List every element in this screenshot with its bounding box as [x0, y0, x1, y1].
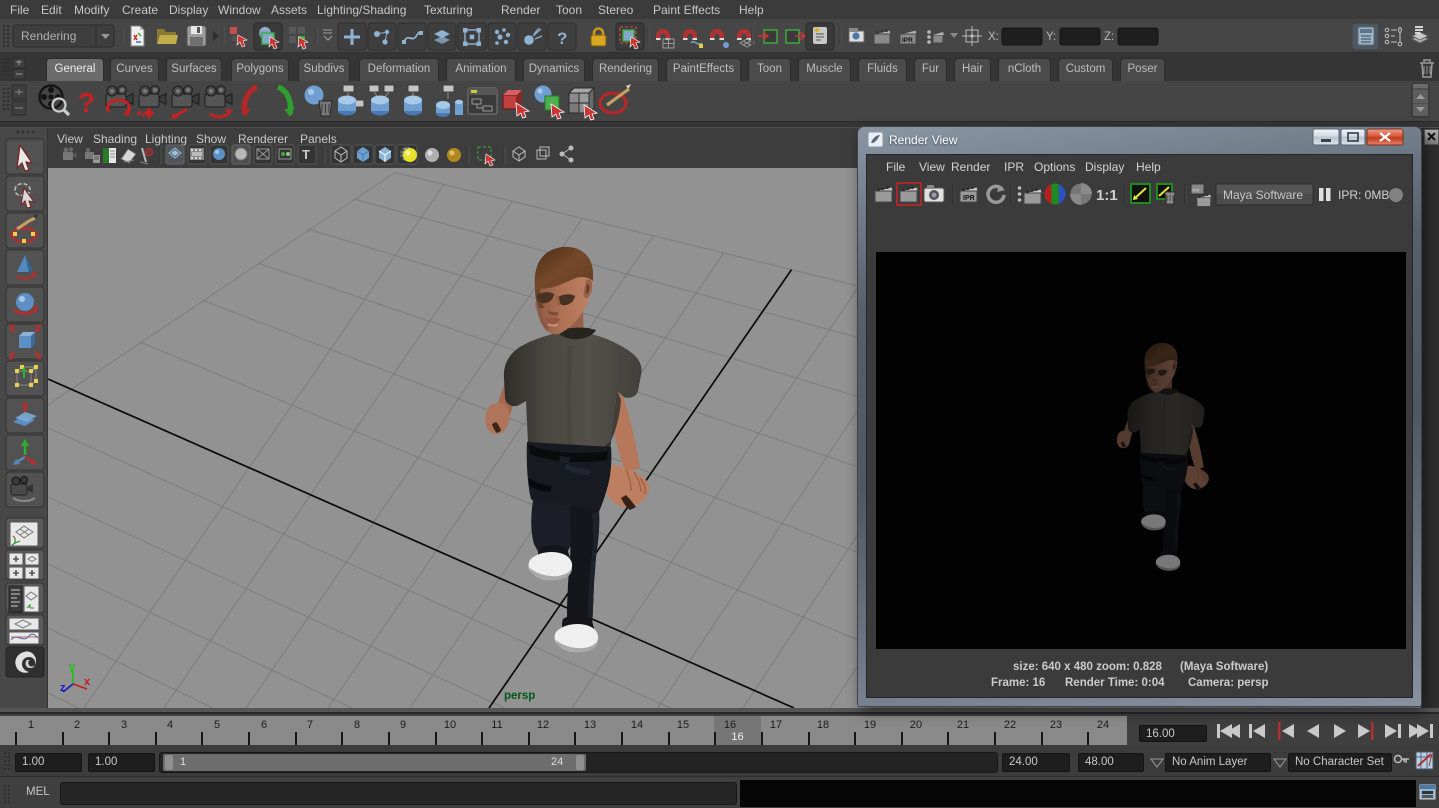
svg-text:IPR: 0MB: IPR: 0MB: [1338, 188, 1389, 202]
svg-text:X:: X:: [988, 31, 999, 43]
svg-text:?: ?: [557, 29, 567, 48]
svg-text:?: ?: [78, 87, 95, 118]
svg-text:T: T: [302, 147, 310, 162]
svg-text:Y:: Y:: [1046, 31, 1056, 43]
svg-text:y: y: [69, 661, 76, 673]
svg-text:z: z: [60, 682, 66, 694]
svg-text:persp: persp: [504, 690, 535, 702]
svg-text:1:1: 1:1: [1096, 187, 1118, 204]
svg-text:IPR: IPR: [902, 37, 913, 44]
svg-text:x: x: [84, 676, 91, 688]
svg-text:IPR: IPR: [963, 195, 975, 202]
svg-text:Rendering: Rendering: [21, 29, 76, 43]
svg-text:«»: «»: [1192, 187, 1200, 194]
svg-text:Z:: Z:: [1104, 31, 1114, 43]
svg-text:Maya Software: Maya Software: [1223, 188, 1303, 202]
